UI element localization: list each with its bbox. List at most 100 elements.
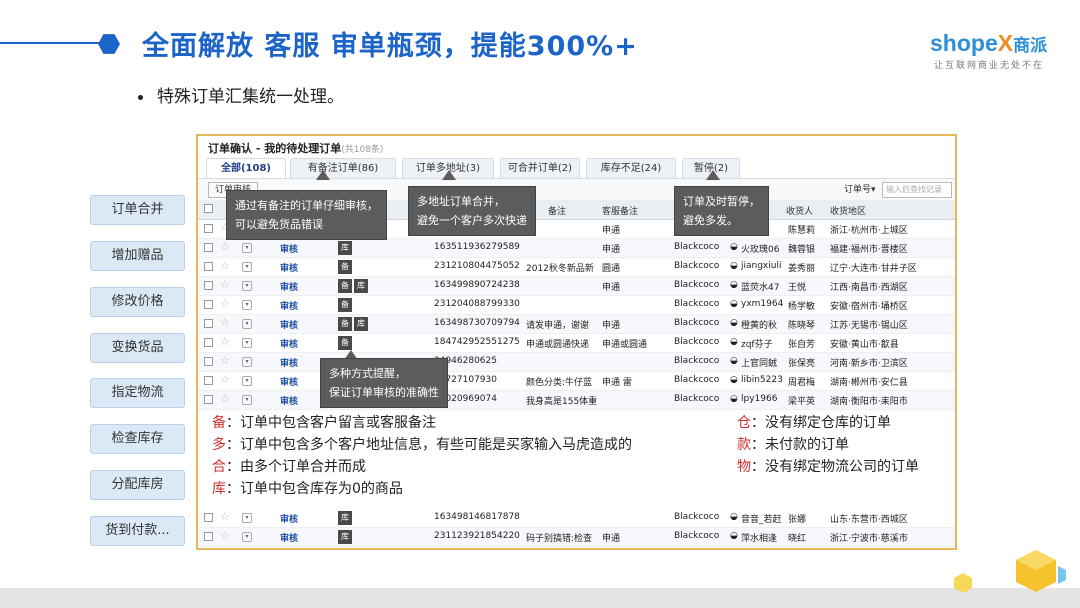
- buyer-globe-icon: ◒: [730, 318, 738, 328]
- order-flag-badge: 备: [338, 279, 352, 293]
- audit-link[interactable]: 审核: [280, 375, 298, 388]
- tab-2[interactable]: 有备注订单(86): [290, 158, 396, 178]
- sidebar-button-8[interactable]: 货到付款...: [90, 516, 185, 546]
- audit-link[interactable]: 审核: [280, 261, 298, 274]
- legend-item: 库：订单中包含库存为0的商品: [212, 478, 403, 498]
- audit-link[interactable]: 审核: [280, 242, 298, 255]
- legend-key: 款: [737, 437, 751, 453]
- buyer-globe-icon: ◒: [730, 261, 738, 271]
- dropdown-icon[interactable]: ▾: [242, 338, 252, 348]
- buyer-globe-icon: ◒: [730, 356, 738, 366]
- order-flag-badge: 备: [338, 260, 352, 274]
- table-row[interactable]: ☆ ▾ 审核 库 163511936279589 申通 Blackcoco ◒ 火玫瑰06 魏蓉银…: [198, 239, 955, 258]
- row-checkbox[interactable]: [204, 281, 213, 290]
- buyer-id: 音音_若赶: [741, 515, 782, 525]
- shop-name: Blackcoco: [674, 531, 720, 541]
- table-row[interactable]: ☆ ▾ 审核 13020969074 我身高是155体重 Blackcoco ◒ lpy196…: [198, 391, 955, 410]
- table-row[interactable]: ☆ ▾ 审核 备 231204088799330 Blackcoco ◒ yxm1964 杨学敏…: [198, 296, 955, 315]
- buyer-globe-icon: ◒: [730, 280, 738, 290]
- audit-link[interactable]: 审核: [280, 531, 298, 544]
- row-checkbox[interactable]: [204, 300, 213, 309]
- dropdown-icon[interactable]: ▾: [242, 376, 252, 386]
- sidebar-button-4[interactable]: 变换货品: [90, 333, 185, 363]
- star-icon[interactable]: ☆: [220, 374, 230, 386]
- tab-5[interactable]: 库存不足(24): [586, 158, 676, 178]
- sidebar-button-5[interactable]: 指定物流: [90, 378, 185, 408]
- row-checkbox[interactable]: [204, 224, 213, 233]
- row-checkbox[interactable]: [204, 243, 213, 252]
- tab-4[interactable]: 可合并订单(2): [500, 158, 580, 178]
- dropdown-icon[interactable]: ▾: [242, 319, 252, 329]
- region: 湖南·郴州市·安仁县: [830, 378, 908, 388]
- star-icon[interactable]: ☆: [220, 355, 230, 367]
- dropdown-icon[interactable]: ▾: [242, 243, 252, 253]
- star-icon[interactable]: ☆: [220, 336, 230, 348]
- order-number: 163511936279589: [434, 242, 520, 252]
- audit-link[interactable]: 审核: [280, 280, 298, 293]
- audit-link[interactable]: 审核: [280, 337, 298, 350]
- audit-link[interactable]: 审核: [280, 512, 298, 525]
- sidebar-button-1[interactable]: 订单合并: [90, 195, 185, 225]
- sidebar-button-7[interactable]: 分配库房: [90, 470, 185, 500]
- table-row[interactable]: ☆ ▾ 审核 备库 163499890724238 申通 Blackcoco ◒ 蓝荧水47 王悦…: [198, 277, 955, 296]
- table-row[interactable]: ☆ ▾ 审核 34946280625 Blackcoco ◒ 上官同銊 张保亮 河南·新乡市·卫…: [198, 353, 955, 372]
- row-checkbox[interactable]: [204, 532, 213, 541]
- row-checkbox[interactable]: [204, 376, 213, 385]
- audit-link[interactable]: 审核: [280, 318, 298, 331]
- audit-link[interactable]: 审核: [280, 299, 298, 312]
- star-icon[interactable]: ☆: [220, 279, 230, 291]
- star-icon[interactable]: ☆: [220, 317, 230, 329]
- dropdown-icon[interactable]: ▾: [242, 281, 252, 291]
- table-row[interactable]: ☆ ▾ 审核 库 163498146817878 Blackcoco ◒ 音音_若赶 张娜 山东·…: [198, 509, 955, 528]
- select-all-checkbox[interactable]: [204, 204, 213, 213]
- row-checkbox[interactable]: [204, 395, 213, 404]
- star-icon[interactable]: ☆: [220, 298, 230, 310]
- dropdown-icon[interactable]: ▾: [242, 532, 252, 542]
- table-row[interactable]: ☆ ▾ 审核 备 231210804475052 2012秋冬新品新 圆通 Blackcoco…: [198, 258, 955, 277]
- dropdown-icon[interactable]: ▾: [242, 513, 252, 523]
- sidebar-button-2[interactable]: 增加赠品: [90, 241, 185, 271]
- table-row[interactable]: ☆ ▾ 审核 备 184742952551275 申通或圆通快递 申通或圆通 Blackcoc…: [198, 334, 955, 353]
- row-checkbox[interactable]: [204, 262, 213, 271]
- table-row[interactable]: ☆ ▾ 审核 34727107930 颜色分类:牛仔蓝 申通 雷 Blackcoco ◒ lib…: [198, 372, 955, 391]
- shop-name: Blackcoco: [674, 242, 720, 252]
- audit-link[interactable]: 审核: [280, 394, 298, 407]
- row-checkbox[interactable]: [204, 338, 213, 347]
- legend-key: 多: [212, 437, 226, 453]
- star-icon[interactable]: ☆: [220, 511, 230, 523]
- legend-text: ：没有绑定仓库的订单: [751, 415, 891, 431]
- dropdown-icon[interactable]: ▾: [242, 262, 252, 272]
- bullet-text: 特殊订单汇集统一处理。: [157, 87, 344, 107]
- region: 浙江·宁波市·慈溪市: [830, 534, 908, 544]
- tooltip-reminder: 多种方式提醒， 保证订单审核的准确性: [320, 358, 448, 408]
- legend-item: 备：订单中包含客户留言或客服备注: [212, 412, 436, 432]
- star-icon[interactable]: ☆: [220, 241, 230, 253]
- sidebar-button-6[interactable]: 检查库存: [90, 424, 185, 454]
- row-checkbox[interactable]: [204, 513, 213, 522]
- sidebar-button-3[interactable]: 修改价格: [90, 287, 185, 317]
- star-icon[interactable]: ☆: [220, 393, 230, 405]
- search-input[interactable]: 输入后查找记录: [882, 182, 952, 198]
- tab-1[interactable]: 全部(108): [206, 158, 286, 178]
- dropdown-icon[interactable]: ▾: [242, 300, 252, 310]
- order-number: 231210804475052: [434, 261, 520, 271]
- order-flag-badge: 库: [354, 317, 368, 331]
- screenshot-title-text: 订单确认 - 我的待处理订单: [208, 142, 342, 155]
- legend-item: 仓：没有绑定仓库的订单: [737, 412, 891, 432]
- search-type-select[interactable]: 订单号▾: [844, 182, 876, 195]
- legend-text: ：未付款的订单: [751, 437, 849, 453]
- table-row[interactable]: ☆ ▾ 审核 库 231123921854220 码子别搞错:检查 申通 Blackcoco ◒…: [198, 528, 955, 547]
- star-icon[interactable]: ☆: [220, 530, 230, 542]
- table-row[interactable]: ☆ ▾ 审核 备库 163498730709794 请发申通，谢谢 申通 Blackcoco ◒…: [198, 315, 955, 334]
- order-remark: 申通或圆通快递: [526, 340, 590, 350]
- star-icon[interactable]: ☆: [220, 260, 230, 272]
- row-checkbox[interactable]: [204, 319, 213, 328]
- column-region: 收货地区: [830, 207, 867, 217]
- dropdown-icon[interactable]: ▾: [242, 357, 252, 367]
- dropdown-icon[interactable]: ▾: [242, 395, 252, 405]
- receiver-name: 张自芳: [788, 340, 816, 350]
- row-checkbox[interactable]: [204, 357, 213, 366]
- audit-link[interactable]: 审核: [280, 356, 298, 369]
- cs-remark: 申通: [602, 283, 621, 293]
- legend-item: 款：未付款的订单: [737, 434, 849, 454]
